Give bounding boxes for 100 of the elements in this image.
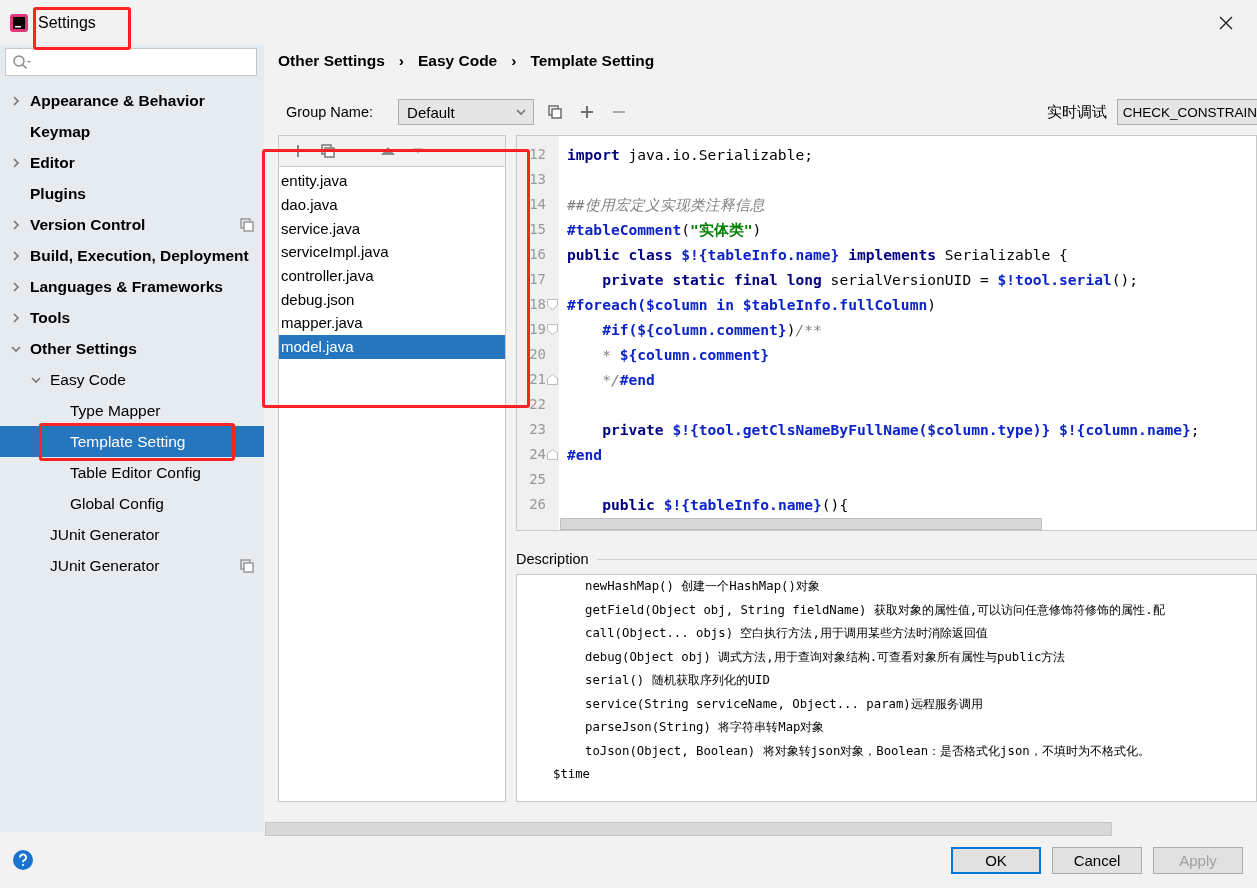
collapsed-chevron-icon[interactable]	[10, 311, 22, 324]
copy-icon[interactable]	[548, 105, 563, 119]
description-line: parseJson(String) 将字符串转Map对象	[584, 719, 826, 736]
description-line: call(Object... objs) 空白执行方法,用于调用某些方法时消除返回值	[584, 625, 989, 642]
dropdown-caret-icon	[515, 106, 528, 118]
tree-item-label: Appearance & Behavior	[30, 91, 206, 110]
settings-tree-item[interactable]: Easy Code	[0, 364, 264, 395]
code-line: ##使用宏定义实现类注释信息	[567, 195, 766, 215]
group-name-dropdown[interactable]: Default	[398, 99, 535, 125]
fold-marker-icon[interactable]	[547, 374, 558, 385]
tree-item-label: Editor	[30, 153, 76, 172]
code-line: #foreach($column in $tableInfo.fullColumn)	[567, 295, 938, 315]
dialog-button[interactable]: Cancel	[1052, 846, 1142, 874]
horizontal-scrollbar[interactable]	[560, 518, 1042, 530]
code-line: private static final long serialVersionUID = $!tool.serial();	[601, 270, 1140, 290]
template-list-item[interactable]: model.java	[279, 334, 505, 359]
description-text-area[interactable]	[516, 574, 1257, 802]
line-number: 17	[529, 270, 546, 289]
line-number: 26	[529, 495, 546, 514]
dialog-button[interactable]: OK	[951, 846, 1041, 874]
collapsed-chevron-icon[interactable]	[10, 218, 22, 231]
description-line: getField(Object obj, String fieldName) 获取对象的属性值,可以访问任意修饰符修饰的属性.配	[584, 601, 1166, 619]
template-list-item[interactable]: serviceImpl.java	[279, 240, 505, 264]
settings-tree-item[interactable]: Version Control	[0, 209, 264, 240]
settings-tree-item[interactable]: Table Editor Config	[0, 457, 264, 488]
line-number: 18	[529, 295, 546, 314]
collapsed-chevron-icon[interactable]	[10, 156, 22, 169]
description-line: serial() 随机获取序列化的UID	[584, 672, 771, 689]
line-number: 25	[529, 470, 546, 489]
template-list-item[interactable]: service.java	[279, 216, 505, 241]
project-scope-icon	[240, 558, 254, 573]
help-icon[interactable]	[12, 849, 34, 871]
settings-tree-item[interactable]: Build, Execution, Deployment	[0, 240, 264, 271]
code-line: #if(${column.comment})/**	[601, 320, 823, 340]
code-editor[interactable]	[516, 135, 1257, 531]
tree-item-label: JUnit Generator	[50, 556, 161, 575]
add-icon[interactable]	[580, 105, 595, 119]
tree-item-label: Version Control	[30, 215, 147, 234]
settings-tree-item[interactable]: Editor	[0, 147, 264, 178]
template-list-item[interactable]: debug.json	[279, 287, 505, 312]
breadcrumb-item: Template Setting	[530, 52, 655, 70]
line-number: 15	[529, 220, 546, 239]
settings-tree-item[interactable]: Languages & Frameworks	[0, 271, 264, 302]
remove-icon[interactable]	[612, 110, 627, 114]
line-number: 20	[529, 345, 546, 364]
tree-item-label: Table Editor Config	[70, 463, 202, 482]
code-line: * ${column.comment}	[601, 345, 771, 365]
breadcrumb-item: Other Settings	[278, 52, 385, 70]
search-icon	[12, 54, 32, 70]
close-icon[interactable]	[1219, 15, 1233, 30]
template-list-item[interactable]: dao.java	[279, 192, 505, 217]
code-line: private $!{tool.getClsNameByFullName($column.type)} $!{column.name};	[601, 420, 1200, 440]
settings-tree-item[interactable]: Plugins	[0, 178, 264, 209]
fold-marker-icon[interactable]	[547, 324, 558, 335]
settings-tree-item[interactable]: Tools	[0, 302, 264, 333]
template-list-item[interactable]: controller.java	[279, 263, 505, 288]
breadcrumb-separator: ›	[398, 52, 404, 70]
description-line: newHashMap() 创建一个HashMap()对象	[584, 578, 821, 595]
move-up-icon[interactable]	[381, 146, 395, 156]
description-line: toJson(Object, Boolean) 将对象转json对象，Boolean：是否格式化json，不填时为不格式化。	[584, 742, 1151, 760]
settings-tree-item[interactable]: Appearance & Behavior	[0, 85, 264, 116]
settings-tree-item[interactable]: Other Settings	[0, 333, 264, 364]
template-list-item[interactable]: mapper.java	[279, 311, 505, 335]
settings-tree-item[interactable]: Keymap	[0, 116, 264, 147]
horizontal-scrollbar[interactable]	[265, 822, 1112, 836]
settings-tree-item[interactable]: Type Mapper	[0, 395, 264, 426]
project-scope-icon	[240, 217, 254, 232]
settings-tree-item[interactable]: Template Setting	[0, 426, 264, 457]
collapsed-chevron-icon[interactable]	[10, 249, 22, 262]
breadcrumb-item: Easy Code	[417, 52, 498, 70]
line-number: 21	[529, 370, 546, 389]
collapsed-chevron-icon[interactable]	[10, 94, 22, 107]
fold-marker-icon[interactable]	[547, 299, 558, 310]
template-list-item[interactable]: entity.java	[279, 169, 505, 193]
window-title: Settings	[38, 13, 96, 32]
breadcrumb-separator: ›	[511, 52, 517, 70]
tree-item-label: Keymap	[30, 122, 92, 141]
settings-tree-item[interactable]: JUnit Generator	[0, 550, 264, 581]
code-line: import java.io.Serializable;	[567, 145, 814, 165]
line-number: 16	[529, 245, 546, 264]
tree-item-label: Type Mapper	[70, 401, 162, 420]
search-field[interactable]	[5, 48, 257, 76]
collapsed-chevron-icon[interactable]	[10, 280, 22, 293]
code-line: */#end	[601, 370, 656, 390]
tree-item-label: Build, Execution, Deployment	[30, 246, 250, 265]
line-number: 12	[529, 145, 546, 164]
description-title: Description	[516, 551, 589, 567]
tree-item-label: Languages & Frameworks	[30, 277, 224, 296]
debug-table-dropdown[interactable]: CHECK_CONSTRAIN	[1116, 99, 1257, 125]
code-line: #end	[567, 445, 604, 465]
copy-icon[interactable]	[321, 144, 335, 158]
fold-marker-icon[interactable]	[547, 449, 558, 460]
code-line: public $!{tableInfo.name}(){	[601, 495, 850, 515]
line-number: 19	[529, 320, 546, 339]
settings-tree-item[interactable]: JUnit Generator	[0, 519, 264, 550]
description-line: debug(Object obj) 调式方法,用于查询对象结构.可查看对象所有属性与public方法	[584, 648, 1067, 666]
settings-tree-item[interactable]: Global Config	[0, 488, 264, 519]
description-line: service(String serviceName, Object... param)远程服务调用	[584, 695, 984, 713]
tree-item-label: Easy Code	[50, 370, 127, 389]
app-logo-icon	[10, 13, 28, 32]
